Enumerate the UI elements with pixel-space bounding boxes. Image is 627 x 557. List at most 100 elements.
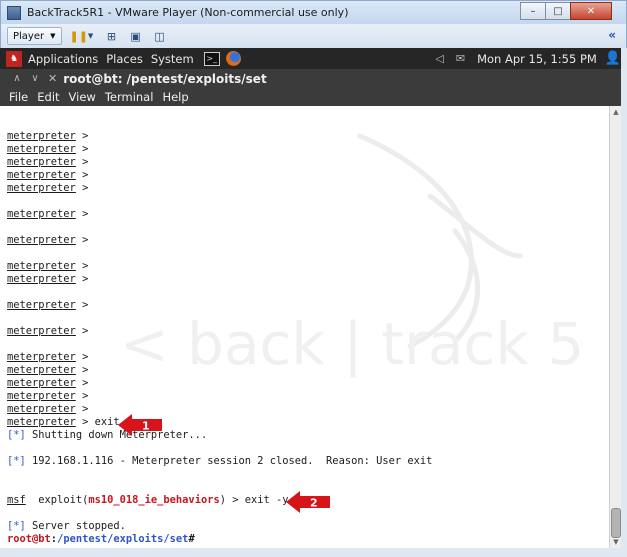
window-controls: – □ ✕ (520, 2, 612, 20)
terminal-line: meterpreter > (7, 234, 432, 247)
menu-places[interactable]: Places (106, 52, 143, 66)
vm-frame-bottom (0, 548, 627, 557)
vmware-app-icon (7, 5, 21, 20)
chevron-down-icon: ▼ (50, 32, 56, 40)
gnome-panel: ♞ Applications Places System >_ ◁ ✉ Mon … (0, 48, 627, 69)
msf-exploit-prefix: exploit( (25, 494, 89, 506)
menu-file[interactable]: File (9, 90, 28, 104)
prompt-suffix: > (75, 130, 89, 142)
scrollbar-thumb[interactable] (611, 508, 621, 538)
prompt-word: meterpreter (7, 351, 76, 363)
msf-prompt: msf (7, 494, 26, 506)
prompt-word: meterpreter (7, 130, 76, 142)
prompt-word: meterpreter (7, 143, 76, 155)
prompt-word: meterpreter (7, 364, 76, 376)
exit-command-line: meterpreter > exit (7, 416, 432, 429)
prompt-suffix: > (75, 234, 89, 246)
fullscreen-icon[interactable]: ▣ (128, 30, 144, 43)
prompt-word: meterpreter (7, 273, 76, 285)
pause-icon[interactable]: ❚❚ (70, 30, 88, 43)
session-closed-text: 192.168.1.116 - Meterpreter session 2 cl… (25, 455, 433, 467)
backtrack-logo-icon[interactable]: ♞ (6, 50, 22, 67)
close-icon[interactable]: ✕ (48, 72, 57, 85)
terminal-line: meterpreter > (7, 156, 432, 169)
terminal-line: meterpreter > (7, 143, 432, 156)
menu-help[interactable]: Help (162, 90, 188, 104)
terminal-titlebar: ∧ ∨ ✕ root@bt: /pentest/exploits/set (0, 69, 627, 88)
vmware-toolbar: Player ▼ ❚❚ ▼ ⊞ ▣ ◫ « (0, 24, 627, 48)
msf-exit-command: ) > exit -y (219, 494, 289, 506)
terminal-output[interactable]: < back | track 5 meterpreter > meterpret… (0, 106, 609, 548)
terminal-line: meterpreter > (7, 351, 432, 364)
shell-user: root@bt (7, 533, 51, 545)
terminal-line: [*] Server stopped. (7, 520, 432, 533)
terminal-line: meterpreter > (7, 260, 432, 273)
prompt-word: meterpreter (7, 325, 76, 337)
scroll-down-icon[interactable]: ▼ (611, 538, 621, 546)
prompt-suffix: > (75, 156, 89, 168)
prompt-word: meterpreter (7, 156, 76, 168)
prompt-suffix: > (75, 299, 89, 311)
prompt-suffix: > (75, 208, 89, 220)
clock[interactable]: Mon Apr 15, 1:55 PM (477, 52, 597, 66)
chevron-down-icon[interactable]: ∨ (26, 73, 44, 84)
shell-hash: # (188, 533, 195, 545)
player-menu-button[interactable]: Player ▼ (7, 27, 62, 45)
marker-2-label: 2 (310, 497, 318, 510)
collapse-toolbar-icon[interactable]: « (608, 28, 616, 42)
terminal-launcher-icon[interactable]: >_ (203, 51, 220, 66)
terminal-line: meterpreter > (7, 273, 432, 286)
prompt-word: meterpreter (7, 260, 76, 272)
chevron-down-icon[interactable]: ▼ (86, 32, 96, 40)
status-star: [*] (7, 520, 26, 532)
panel-tray: ◁ ✉ Mon Apr 15, 1:55 PM 👤 (435, 48, 621, 69)
network-devices-icon[interactable]: ⊞ (104, 30, 120, 43)
server-stopped-text: Server stopped. (25, 520, 126, 532)
terminal-scrollbar[interactable]: ▲ ▼ (609, 106, 621, 548)
volume-icon[interactable]: ◁ (435, 52, 443, 65)
chevron-up-icon[interactable]: ∧ (8, 73, 26, 84)
menu-terminal[interactable]: Terminal (105, 90, 154, 104)
menu-view[interactable]: View (69, 90, 96, 104)
annotation-marker-1: 1 (118, 413, 164, 437)
minimize-button[interactable]: – (520, 2, 546, 20)
menu-edit[interactable]: Edit (37, 90, 59, 104)
menu-system[interactable]: System (151, 52, 194, 66)
scroll-up-icon[interactable]: ▲ (611, 108, 621, 116)
terminal-line: meterpreter > (7, 182, 432, 195)
prompt-word: meterpreter (7, 390, 76, 402)
msf-command-line: msf exploit(ms10_018_ie_behaviors) > exi… (7, 494, 432, 507)
terminal-line: meterpreter > (7, 208, 432, 221)
vm-frame-right (621, 48, 627, 557)
maximize-button[interactable]: □ (545, 2, 571, 20)
terminal-line: meterpreter > (7, 169, 432, 182)
terminal-window-title: root@bt: /pentest/exploits/set (63, 71, 267, 86)
mail-icon[interactable]: ✉ (456, 52, 465, 65)
prompt-suffix: > (75, 273, 89, 285)
firefox-icon[interactable] (225, 51, 241, 66)
red-arrow-icon: 1 (118, 414, 162, 436)
user-icon[interactable]: 👤 (605, 51, 621, 66)
menu-applications[interactable]: Applications (28, 52, 98, 66)
terminal-line: meterpreter > (7, 377, 432, 390)
unity-icon[interactable]: ◫ (152, 30, 168, 43)
prompt-suffix: > (75, 325, 89, 337)
prompt-suffix: > (75, 260, 89, 272)
marker-1-label: 1 (142, 420, 150, 433)
prompt-suffix: > (75, 182, 89, 194)
close-button[interactable]: ✕ (570, 2, 612, 20)
prompt-word: meterpreter (7, 182, 76, 194)
prompt-suffix: > (75, 377, 89, 389)
window-title: BackTrack5R1 - VMware Player (Non-commer… (27, 6, 349, 19)
terminal-line: meterpreter > (7, 364, 432, 377)
terminal-line: [*] Shutting down Meterpreter... (7, 429, 432, 442)
player-menu-label: Player (13, 30, 45, 42)
